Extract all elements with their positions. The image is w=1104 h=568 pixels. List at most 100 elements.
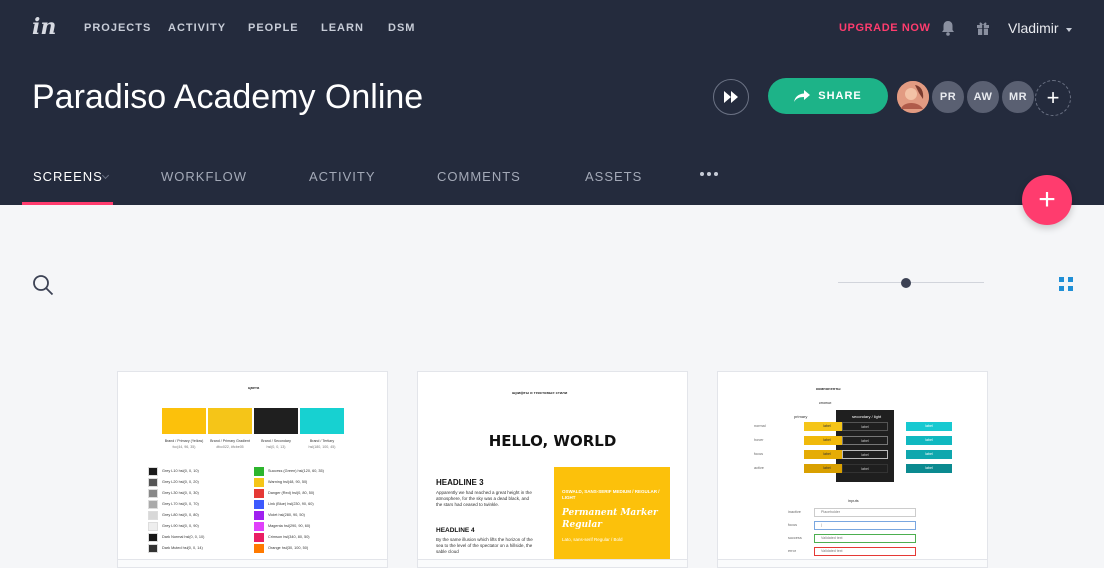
tab-workflow[interactable]: WORKFLOW	[161, 169, 247, 184]
tab-screens[interactable]: SCREENS	[33, 169, 103, 184]
card-heading: цвета	[248, 385, 260, 390]
input-sample: Validated text	[814, 547, 916, 556]
state-swatch	[254, 511, 264, 520]
state-swatch-label: Magenta hsl(290, 90, 60)	[268, 524, 311, 528]
grey-swatch	[148, 522, 158, 531]
nav-projects[interactable]: PROJECTS	[84, 22, 151, 34]
screen-card-components[interactable]: компоненты кнопки primary secondary / li…	[717, 371, 988, 568]
col-primary: primary	[794, 414, 808, 419]
secondary-button-sample: label	[842, 464, 888, 473]
active-tab-indicator	[22, 202, 113, 205]
preview-button[interactable]	[713, 79, 749, 115]
inputs-title: inputs	[848, 498, 859, 503]
brand-swatch-label: Brand / Primary Gradient	[210, 439, 250, 443]
screen-card-colors[interactable]: цвета Brand / Primary (Yellow) fcc(44, 96…	[117, 371, 388, 568]
brand-swatch-label: Brand / Secondary	[261, 439, 291, 443]
fast-forward-icon	[724, 91, 738, 103]
state-swatch	[254, 478, 264, 487]
bell-icon[interactable]	[941, 20, 955, 36]
grey-swatch-label: Dark Normal hsl(0, 0, 10)	[162, 535, 205, 539]
brand-swatch	[162, 408, 206, 434]
state-swatch	[254, 489, 264, 498]
state-swatch	[254, 522, 264, 531]
tertiary-button-sample: label	[906, 436, 952, 445]
nav-dsm[interactable]: DSM	[388, 22, 415, 34]
upgrade-now-link[interactable]: UPGRADE NOW	[839, 22, 931, 34]
state-swatch-label: Link (Blue) hsl(230, 90, 60)	[268, 502, 314, 506]
tertiary-button-sample: label	[906, 464, 952, 473]
grey-swatch	[148, 533, 158, 542]
input-row-label: focus	[788, 523, 798, 527]
card-heading: компоненты	[816, 386, 841, 391]
tab-activity[interactable]: ACTIVITY	[309, 169, 376, 184]
avatar-photo[interactable]	[895, 79, 931, 115]
state-swatch	[254, 467, 264, 476]
avatar-mr[interactable]: MR	[1000, 79, 1036, 115]
more-tabs-button[interactable]	[700, 172, 718, 176]
input-sample: Placeholder	[814, 508, 916, 517]
input-row-label: error	[788, 549, 797, 553]
card-footer	[718, 559, 987, 567]
user-menu[interactable]: Vladimir	[1008, 20, 1059, 36]
gift-icon[interactable]	[976, 20, 990, 36]
project-header: in PROJECTS ACTIVITY PEOPLE LEARN DSM UP…	[0, 0, 1104, 205]
tab-comments[interactable]: COMMENTS	[437, 169, 521, 184]
brand-swatch-label: Brand / Tertiary	[309, 439, 335, 443]
avatar-pr[interactable]: PR	[930, 79, 966, 115]
state-swatch-label: Violet hsl(280, 90, 50)	[268, 513, 305, 517]
button-row-label: active	[754, 466, 764, 470]
state-swatch-label: Warning hsl(48, 90, 50)	[268, 480, 308, 484]
col-secondary: secondary / light	[852, 414, 882, 419]
card-heading: шрифты и текстовые стили	[512, 390, 568, 395]
panel-title: OSWALD, SANS-SERIF MEDIUM / REGULAR / LI…	[562, 489, 660, 500]
zoom-slider-handle[interactable]	[901, 278, 911, 288]
hello-world-heading: HELLO, WORLD	[488, 432, 617, 450]
chevron-down-icon[interactable]	[1066, 28, 1072, 32]
state-swatch	[254, 533, 264, 542]
add-member-button[interactable]: +	[1035, 80, 1071, 116]
add-screen-button[interactable]: +	[1022, 175, 1072, 225]
grey-swatch-label: Dark Muted hsl(0, 0, 14)	[162, 546, 203, 550]
brand-swatch-code: fcc(44, 96, 35)	[172, 445, 196, 449]
zoom-slider-track[interactable]	[838, 282, 984, 283]
nav-people[interactable]: PEOPLE	[248, 22, 299, 34]
secondary-button-sample: label	[842, 422, 888, 431]
tab-assets[interactable]: ASSETS	[585, 169, 642, 184]
grey-swatch	[148, 511, 158, 520]
share-button[interactable]: SHARE	[768, 78, 888, 114]
state-swatch-label: Danger (Red) hsl(0, 80, 50)	[268, 491, 315, 495]
grey-swatch-label: Grey L30 hsl(0, 0, 30)	[162, 491, 199, 495]
state-swatch	[254, 500, 264, 509]
button-row-label: hover	[754, 438, 764, 442]
headline-4-text: By the same illusion which lifts the hor…	[436, 537, 533, 554]
search-icon[interactable]	[32, 274, 54, 296]
input-row-label: success	[788, 536, 802, 540]
grid-view-icon[interactable]	[1059, 277, 1073, 291]
tertiary-button-sample: label	[906, 422, 952, 431]
grey-swatch-label: Grey L70 hsl(0, 0, 70)	[162, 502, 199, 506]
state-swatch	[254, 544, 264, 553]
grey-swatch-label: Grey L20 hsl(0, 0, 20)	[162, 480, 199, 484]
state-swatch-label: Crimson hsl(340, 80, 50)	[268, 535, 310, 539]
input-sample: |	[814, 521, 916, 530]
state-swatch-label: Success (Green) hsl(120, 60, 35)	[268, 469, 324, 473]
grey-swatch	[148, 478, 158, 487]
brand-swatch	[208, 408, 252, 434]
nav-activity[interactable]: ACTIVITY	[168, 22, 226, 34]
project-title: Paradiso Academy Online	[32, 78, 424, 116]
invision-logo[interactable]: in	[32, 14, 56, 40]
headline-3: HEADLINE 3	[436, 478, 484, 487]
input-sample: Validated text	[814, 534, 916, 543]
screen-card-typography[interactable]: шрифты и текстовые стили HELLO, WORLD HE…	[417, 371, 688, 568]
share-label: SHARE	[818, 90, 862, 102]
state-swatch-label: Orange hsl(30, 100, 50)	[268, 546, 309, 550]
brand-swatch-code: #fcc022, #fcbe05	[216, 445, 244, 449]
brand-swatch-code: hsl(0, 0, 13)	[266, 445, 286, 449]
chevron-down-icon[interactable]	[101, 171, 110, 180]
nav-learn[interactable]: LEARN	[321, 22, 364, 34]
brand-swatch-code: hsl(180, 100, 45)	[308, 445, 336, 449]
avatar-aw[interactable]: AW	[965, 79, 1001, 115]
button-row-label: focus	[754, 452, 764, 456]
share-arrow-icon	[794, 90, 811, 102]
grey-swatch	[148, 467, 158, 476]
